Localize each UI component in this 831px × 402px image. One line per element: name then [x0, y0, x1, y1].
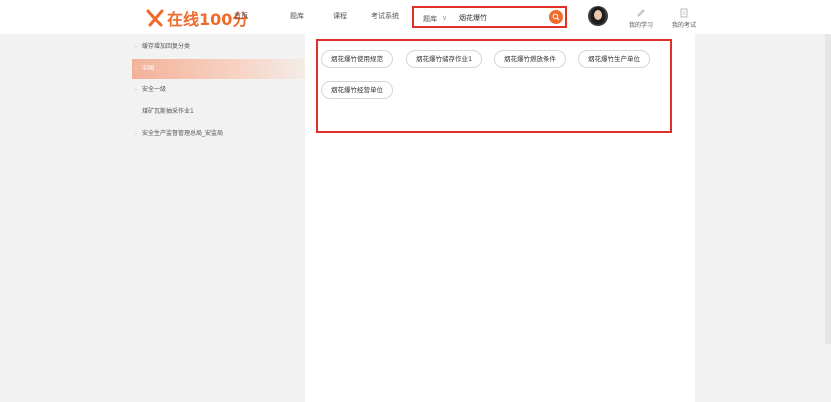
sidebar-item[interactable]: 煤矿瓦斯抽采作业1 — [132, 102, 305, 122]
tag-list: 烟花爆竹使用规范 烟花爆竹储存作业1 烟花爆竹燃放条件 烟花爆竹生产单位 烟花爆… — [316, 39, 672, 133]
search-bar: 题库 ∨ — [412, 6, 567, 28]
tag-chip[interactable]: 烟花爆竹经营单位 — [321, 81, 393, 99]
sidebar-item-label: 煤矿瓦斯抽采作业1 — [142, 108, 194, 115]
sidebar-item-label: 缓存增加回复分类 — [142, 43, 191, 50]
nav-courses[interactable]: 课程 — [333, 11, 347, 21]
my-study-button[interactable]: 我的学习 — [626, 8, 656, 29]
my-exam-button[interactable]: 我的考试 — [669, 8, 699, 29]
logo-icon — [146, 9, 164, 27]
sidebar-item[interactable]: › 缓存增加回复分类 — [132, 37, 305, 57]
document-icon — [680, 8, 688, 18]
top-header: 在线100分 首页 题库 课程 考试系统 题库 ∨ 我的学习 我的考试 — [0, 0, 831, 34]
sidebar-item[interactable]: › 安全生产监督管理总局_安监局 — [132, 124, 305, 144]
chevron-right-icon: › — [135, 87, 137, 93]
chevron-right-icon: › — [135, 44, 137, 50]
nav-home[interactable]: 首页 — [234, 11, 248, 21]
my-study-label: 我的学习 — [628, 22, 653, 29]
sidebar-item-active[interactable]: › 中国 — [132, 59, 305, 79]
avatar[interactable] — [588, 6, 608, 26]
tag-chip[interactable]: 烟花爆竹燃放条件 — [494, 50, 566, 68]
tag-chip[interactable]: 烟花爆竹使用规范 — [321, 50, 393, 68]
nav-exam-system[interactable]: 考试系统 — [371, 11, 399, 21]
pen-icon — [637, 9, 645, 17]
search-icon — [552, 13, 560, 21]
chevron-right-icon: › — [135, 131, 137, 137]
search-button[interactable] — [549, 10, 563, 24]
category-sidebar: › 缓存增加回复分类 › 中国 › 安全一级 煤矿瓦斯抽采作业1 › 安全生产监… — [132, 36, 305, 402]
sidebar-item-label: 中国 — [142, 65, 155, 72]
sidebar-item-label: 安全一级 — [142, 86, 167, 93]
sidebar-item[interactable]: › 安全一级 — [132, 80, 305, 100]
my-exam-label: 我的考试 — [671, 22, 696, 29]
sidebar-item-label: 安全生产监督管理总局_安监局 — [142, 130, 224, 137]
nav-question-bank[interactable]: 题库 — [290, 11, 304, 21]
main-panel: 烟花爆竹使用规范 烟花爆竹储存作业1 烟花爆竹燃放条件 烟花爆竹生产单位 烟花爆… — [305, 34, 695, 402]
chevron-right-icon: › — [135, 66, 137, 72]
page-scrollbar[interactable] — [825, 34, 831, 344]
chevron-down-icon[interactable]: ∨ — [442, 14, 447, 22]
search-scope-select[interactable]: 题库 — [423, 14, 437, 24]
tag-chip[interactable]: 烟花爆竹生产单位 — [578, 50, 650, 68]
tag-chip[interactable]: 烟花爆竹储存作业1 — [406, 50, 483, 68]
search-input[interactable] — [459, 12, 544, 23]
